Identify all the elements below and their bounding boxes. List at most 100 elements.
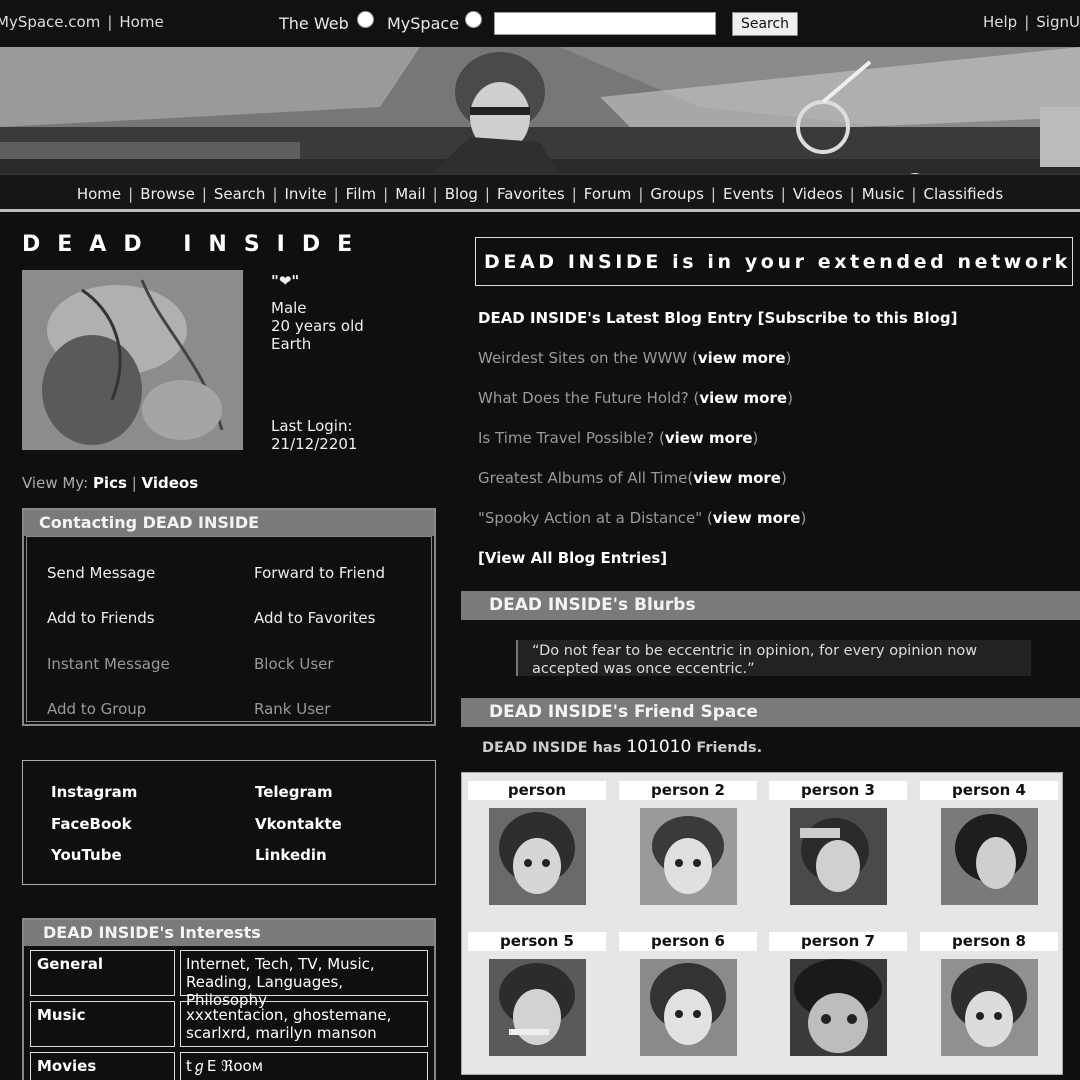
header-banner bbox=[0, 47, 1080, 174]
send-message-link[interactable]: Send Message bbox=[47, 564, 155, 582]
radio-web[interactable] bbox=[357, 11, 374, 28]
search-input[interactable] bbox=[494, 12, 716, 35]
nav-search[interactable]: Search bbox=[214, 185, 266, 203]
nav-separator: | bbox=[710, 185, 716, 203]
instagram-link[interactable]: Instagram bbox=[51, 783, 137, 801]
instant-message-link[interactable]: Instant Message bbox=[47, 655, 170, 673]
banner-artwork bbox=[0, 47, 1080, 174]
view-pics-link[interactable]: Pics bbox=[93, 474, 127, 492]
friend-name[interactable]: person bbox=[468, 781, 606, 800]
interest-row: Movies tℊE ℜooᴍ bbox=[30, 1052, 428, 1080]
view-more-link[interactable]: view more bbox=[713, 509, 801, 527]
facebook-link[interactable]: FaceBook bbox=[51, 815, 132, 833]
friend-name[interactable]: person 8 bbox=[920, 932, 1058, 951]
friend-avatar[interactable] bbox=[488, 808, 586, 905]
add-to-group-link[interactable]: Add to Group bbox=[47, 700, 146, 718]
friend-card[interactable]: person 3 bbox=[769, 781, 907, 905]
friend-avatar-art bbox=[488, 959, 586, 1056]
friend-card[interactable]: person 4 bbox=[920, 781, 1058, 905]
view-videos-link[interactable]: Videos bbox=[142, 474, 199, 492]
friend-avatar[interactable] bbox=[639, 808, 737, 905]
profile-name: DEAD INSIDE bbox=[22, 232, 370, 257]
myspace-home-link[interactable]: MySpace.com bbox=[0, 13, 100, 31]
home-link[interactable]: Home bbox=[119, 13, 163, 31]
nav-invite[interactable]: Invite bbox=[285, 185, 327, 203]
nav-separator: | bbox=[780, 185, 786, 203]
rank-user-link[interactable]: Rank User bbox=[254, 700, 330, 718]
blog-entry-title[interactable]: Weirdest Sites on the WWW bbox=[478, 349, 687, 367]
subscribe-blog-link[interactable]: Subscribe to this Blog bbox=[764, 309, 950, 327]
friend-name[interactable]: person 3 bbox=[769, 781, 907, 800]
friend-card[interactable]: person 7 bbox=[769, 932, 907, 1056]
add-to-friends-link[interactable]: Add to Friends bbox=[47, 609, 155, 627]
blog-entry-title[interactable]: Is Time Travel Possible? bbox=[478, 429, 654, 447]
contact-box-inner: Send Message Forward to Friend Add to Fr… bbox=[26, 536, 432, 722]
friend-avatar[interactable] bbox=[488, 959, 586, 1056]
friend-space-header: DEAD INSIDE's Friend Space bbox=[461, 698, 1080, 727]
nav-separator: | bbox=[432, 185, 438, 203]
view-more-link[interactable]: view more bbox=[665, 429, 753, 447]
telegram-link[interactable]: Telegram bbox=[255, 783, 333, 801]
nav-mail[interactable]: Mail bbox=[395, 185, 425, 203]
nav-favorites[interactable]: Favorites bbox=[497, 185, 565, 203]
blog-entry-title[interactable]: "Spooky Action at a Distance" bbox=[478, 509, 702, 527]
nav-classifieds[interactable]: Classifieds bbox=[923, 185, 1003, 203]
blog-header: DEAD INSIDE's Latest Blog Entry [Subscri… bbox=[478, 309, 958, 327]
vkontakte-link[interactable]: Vkontakte bbox=[255, 815, 342, 833]
blurb-quote: “Do not fear to be eccentric in opinion,… bbox=[516, 640, 1031, 677]
friend-name[interactable]: person 2 bbox=[619, 781, 757, 800]
nav-videos[interactable]: Videos bbox=[793, 185, 843, 203]
nav-separator: | bbox=[383, 185, 389, 203]
block-user-link[interactable]: Block User bbox=[254, 655, 334, 673]
forward-to-friend-link[interactable]: Forward to Friend bbox=[254, 564, 385, 582]
search-button[interactable]: Search bbox=[732, 12, 798, 36]
friend-card[interactable]: person 2 bbox=[619, 781, 757, 905]
friend-name[interactable]: person 7 bbox=[769, 932, 907, 951]
interest-key: Music bbox=[30, 1001, 175, 1047]
friend-name[interactable]: person 6 bbox=[619, 932, 757, 951]
nav-music[interactable]: Music bbox=[862, 185, 905, 203]
blog-entry: Weirdest Sites on the WWW (view more) bbox=[478, 349, 792, 367]
nav-blog[interactable]: Blog bbox=[445, 185, 478, 203]
friend-avatar-art bbox=[940, 959, 1038, 1056]
friend-count: DEAD INSIDE has 101010 Friends. bbox=[482, 737, 762, 757]
friend-avatar[interactable] bbox=[940, 808, 1038, 905]
friend-avatar[interactable] bbox=[940, 959, 1038, 1056]
friend-card[interactable]: person bbox=[468, 781, 606, 905]
youtube-link[interactable]: YouTube bbox=[51, 846, 122, 864]
add-to-favorites-link[interactable]: Add to Favorites bbox=[254, 609, 375, 627]
friend-avatar-art bbox=[789, 808, 887, 905]
top-links: MySpace.com | Home bbox=[0, 13, 164, 31]
nav-browse[interactable]: Browse bbox=[140, 185, 195, 203]
top-bar: MySpace.com | Home The Web MySpace Search … bbox=[0, 0, 1080, 47]
blog-entry-title[interactable]: What Does the Future Hold? bbox=[478, 389, 689, 407]
friend-card[interactable]: person 6 bbox=[619, 932, 757, 1056]
friend-avatar[interactable] bbox=[639, 959, 737, 1056]
friend-name[interactable]: person 5 bbox=[468, 932, 606, 951]
nav-groups[interactable]: Groups bbox=[650, 185, 703, 203]
friend-avatar[interactable] bbox=[789, 959, 887, 1056]
profile-picture[interactable] bbox=[22, 270, 243, 450]
friend-avatar-art bbox=[488, 808, 586, 905]
linkedin-link[interactable]: Linkedin bbox=[255, 846, 327, 864]
view-all-blog: [View All Blog Entries] bbox=[478, 549, 668, 567]
nav-home[interactable]: Home bbox=[77, 185, 121, 203]
help-link[interactable]: Help bbox=[983, 13, 1017, 31]
friend-card[interactable]: person 8 bbox=[920, 932, 1058, 1056]
friend-card[interactable]: person 5 bbox=[468, 932, 606, 1056]
friend-avatar[interactable] bbox=[789, 808, 887, 905]
signup-link[interactable]: SignUp bbox=[1036, 13, 1080, 31]
nav-events[interactable]: Events bbox=[723, 185, 774, 203]
view-more-link[interactable]: view more bbox=[693, 469, 781, 487]
view-more-link[interactable]: view more bbox=[699, 389, 787, 407]
friend-name[interactable]: person 4 bbox=[920, 781, 1058, 800]
view-more-link[interactable]: view more bbox=[698, 349, 786, 367]
nav-forum[interactable]: Forum bbox=[584, 185, 632, 203]
contact-box-title: Contacting DEAD INSIDE bbox=[24, 510, 434, 536]
view-all-blog-link[interactable]: View All Blog Entries bbox=[485, 549, 660, 567]
interest-value: xxxtentacion, ghostemane, scarlxrd, mari… bbox=[180, 1001, 428, 1047]
nav-film[interactable]: Film bbox=[346, 185, 376, 203]
separator: | bbox=[1024, 13, 1030, 31]
radio-myspace[interactable] bbox=[465, 11, 482, 28]
blog-entry-title[interactable]: Greatest Albums of All Time bbox=[478, 469, 687, 487]
